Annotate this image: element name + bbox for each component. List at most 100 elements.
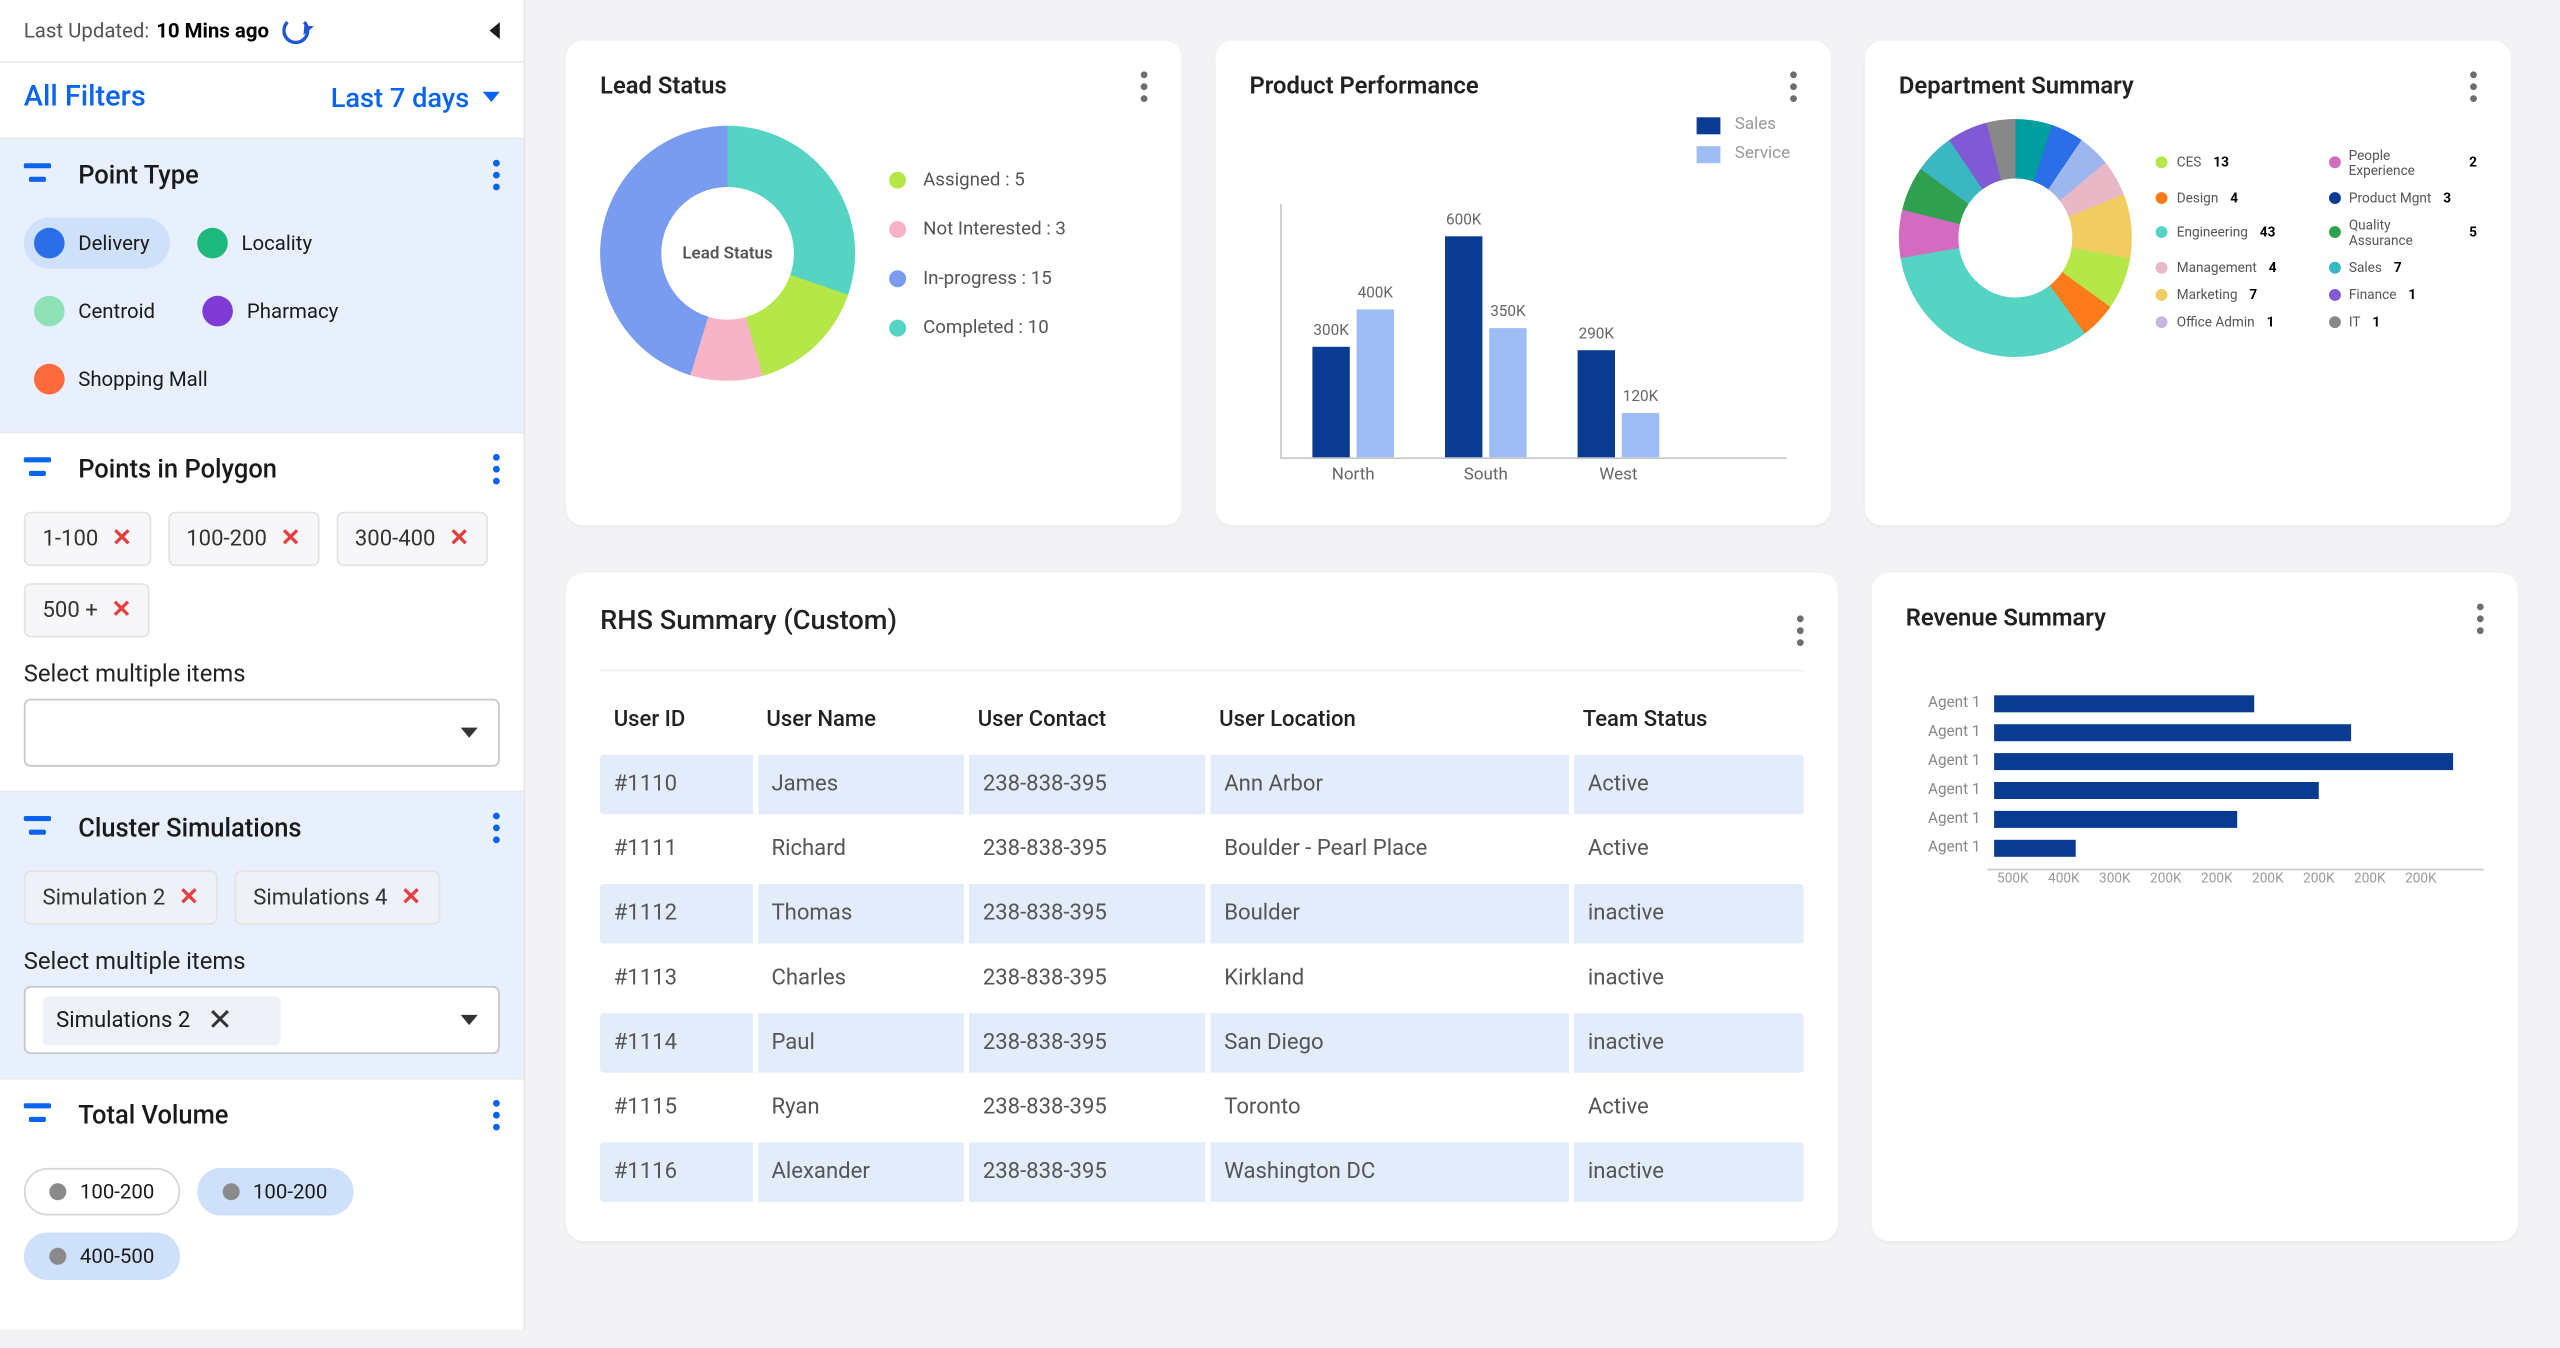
cluster-sim-pills: Simulation 2 ✕ Simulations 4 ✕ [0,864,524,946]
table-cell: #1110 [600,755,753,815]
pip-select-label: Select multiple items [0,658,524,699]
point-type-menu[interactable] [493,160,500,191]
last-updated-label: Last Updated: [24,19,150,43]
table-row[interactable]: #1112Thomas238-838-395Boulderinactive [600,884,1804,944]
cluster-sim-menu[interactable] [493,813,500,844]
total-volume-title: Total Volume [78,1100,228,1131]
table-cell: #1113 [600,949,753,1009]
revenue-bar-row: Agent 1 [1913,840,2471,857]
polygon-range-pill[interactable]: 1-100 ✕ [24,512,151,566]
table-cell: #1114 [600,1013,753,1073]
legend-item: Sales [1697,116,1790,135]
rhs-summary-card: RHS Summary (Custom) User IDUser NameUse… [566,573,1838,1241]
cs-select[interactable]: Simulations 2 ✕ [24,986,500,1054]
legend-item: People Experience 2 [2328,147,2476,178]
points-in-polygon-title: Points in Polygon [78,454,277,485]
axis-tick: 200K [2140,870,2191,885]
revenue-summary-title: Revenue Summary [1906,605,2106,632]
polygon-range-pill[interactable]: 300-400 ✕ [336,512,488,566]
date-range-dropdown[interactable]: Last 7 days [331,81,500,113]
table-header-row: User IDUser NameUser ContactUser Locatio… [600,690,1804,750]
table-row[interactable]: #1115Ryan238-838-395TorontoActive [600,1078,1804,1138]
table-row[interactable]: #1116Alexander238-838-395Washington DCin… [600,1142,1804,1202]
revenue-bar-row: Agent 1 [1913,753,2471,770]
column-header: User Name [753,690,964,750]
revenue-summary-menu[interactable] [2477,604,2484,635]
close-icon[interactable]: ✕ [207,1002,233,1038]
rhs-menu[interactable] [1797,615,1804,646]
close-icon[interactable]: ✕ [112,525,132,552]
chevron-down-icon [461,1015,478,1025]
table-cell: Richard [753,819,964,879]
table-cell: Charles [753,949,964,1009]
column-header: User ID [600,690,753,750]
department-summary-menu[interactable] [2470,71,2477,102]
volume-chip[interactable]: 400-500 [24,1233,180,1281]
close-icon[interactable]: ✕ [281,525,301,552]
volume-chip[interactable]: 100-200 [197,1168,353,1216]
axis-tick: 200K [2344,870,2395,885]
table-cell: inactive [1569,884,1804,944]
last-updated-value: 10 Mins ago [156,19,269,43]
polygon-range-pill[interactable]: 100-200 ✕ [168,512,320,566]
refresh-icon[interactable] [283,17,310,44]
close-icon[interactable]: ✕ [401,884,421,911]
cluster-sim-pill[interactable]: Simulations 4 ✕ [235,870,440,924]
pip-select[interactable] [24,699,500,767]
all-filters-label[interactable]: All Filters [24,80,146,114]
total-volume-section: Total Volume 100-200 100-200 400-500 [0,1078,524,1308]
total-volume-chips: 100-200 100-200 400-500 [0,1151,524,1307]
axis-tick: 500K [1987,870,2038,885]
lead-status-menu[interactable] [1141,71,1148,102]
cs-selected-label: Simulations 2 [56,1007,190,1033]
close-icon[interactable]: ✕ [449,525,469,552]
axis-tick: 400K [2038,870,2089,885]
point-type-chip[interactable]: Centroid [24,286,176,337]
close-icon[interactable]: ✕ [179,884,199,911]
table-cell: Washington DC [1206,1142,1570,1202]
volume-chip[interactable]: 100-200 [24,1168,180,1216]
table-cell: Ann Arbor [1206,755,1570,815]
cluster-sim-pill[interactable]: Simulation 2 ✕ [24,870,218,924]
legend-item: Engineering 43 [2156,217,2304,248]
revenue-chart: Agent 1Agent 1Agent 1Agent 1Agent 1Agent… [1906,695,2484,857]
table-row[interactable]: #1114Paul238-838-395San Diegoinactive [600,1013,1804,1073]
table-row[interactable]: #1110James238-838-395Ann ArborActive [600,755,1804,815]
table-cell: Active [1569,819,1804,879]
points-in-polygon-menu[interactable] [493,454,500,485]
point-type-chip[interactable]: Delivery [24,218,170,269]
table-cell: 238-838-395 [964,1078,1205,1138]
last-updated-row: Last Updated: 10 Mins ago [0,0,524,61]
table-row[interactable]: #1111Richard238-838-395Boulder - Pearl P… [600,819,1804,879]
date-range-label: Last 7 days [331,81,469,113]
polygon-range-pill[interactable]: 500 + ✕ [24,583,150,637]
collapse-sidebar-icon[interactable] [490,22,500,39]
table-cell: 238-838-395 [964,755,1205,815]
legend-item: Assigned : 5 [889,168,1066,190]
total-volume-menu[interactable] [493,1100,500,1131]
column-header: User Location [1206,690,1570,750]
table-cell: 238-838-395 [964,819,1205,879]
cluster-simulations-section: Cluster Simulations Simulation 2 ✕Simula… [0,791,524,1078]
lead-status-donut: Lead Status [600,126,855,381]
table-row[interactable]: #1113Charles238-838-395Kirklandinactive [600,949,1804,1009]
point-type-chip[interactable]: Locality [187,218,332,269]
table-cell: Kirkland [1206,949,1570,1009]
close-icon[interactable]: ✕ [111,597,131,624]
legend-item: Marketing 7 [2156,286,2304,301]
point-type-title: Point Type [78,160,199,191]
table-cell: 238-838-395 [964,949,1205,1009]
department-legend: CES 13People Experience 2Design 4Product… [2156,147,2477,329]
product-performance-chart: 300K400KNorth600K350KSouth290K120KWest [1280,204,1787,459]
legend-item: IT 1 [2328,314,2476,329]
point-type-chip[interactable]: Shopping Mall [24,354,228,405]
chevron-down-icon [461,728,478,738]
bar-group: 300K400KNorth [1312,310,1394,457]
point-type-chip[interactable]: Pharmacy [192,286,358,337]
table-cell: James [753,755,964,815]
product-performance-menu[interactable] [1790,71,1797,102]
table-cell: Active [1569,755,1804,815]
cs-selected-chip[interactable]: Simulations 2 ✕ [43,995,281,1044]
points-in-polygon-pills: 1-100 ✕ 100-200 ✕ 300-400 ✕ 500 + ✕ [0,505,524,658]
cluster-sim-title: Cluster Simulations [78,813,301,844]
